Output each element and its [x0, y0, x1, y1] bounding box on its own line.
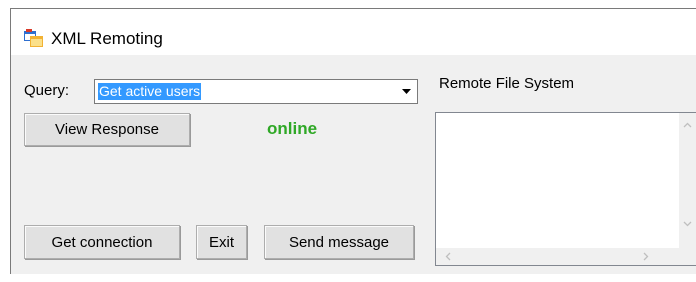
app-window: XML Remoting Query: Get active users Vie…	[10, 8, 696, 274]
chevron-down-icon[interactable]	[397, 81, 416, 102]
send-message-button[interactable]: Send message	[264, 225, 414, 259]
scroll-right-icon[interactable]	[641, 252, 650, 261]
connection-status: online	[267, 119, 318, 138]
vertical-scrollbar[interactable]	[679, 113, 696, 239]
scrollbar-corner	[679, 238, 696, 265]
scroll-up-icon[interactable]	[683, 121, 692, 130]
remote-file-system-list[interactable]	[435, 112, 696, 266]
exit-button[interactable]: Exit	[196, 225, 247, 259]
scroll-left-icon[interactable]	[444, 252, 453, 261]
window-title: XML Remoting	[51, 29, 163, 48]
query-dropdown[interactable]: Get active users	[94, 79, 418, 104]
scroll-down-icon[interactable]	[683, 219, 692, 228]
query-selected-value: Get active users	[98, 83, 202, 100]
view-response-button[interactable]: View Response	[24, 113, 190, 146]
horizontal-scrollbar[interactable]	[436, 248, 679, 265]
query-label: Query:	[24, 82, 70, 99]
remote-file-system-label: Remote File System	[439, 75, 575, 92]
get-connection-button[interactable]: Get connection	[24, 225, 180, 259]
app-window-icon	[24, 29, 43, 47]
title-bar: XML Remoting	[11, 9, 696, 55]
